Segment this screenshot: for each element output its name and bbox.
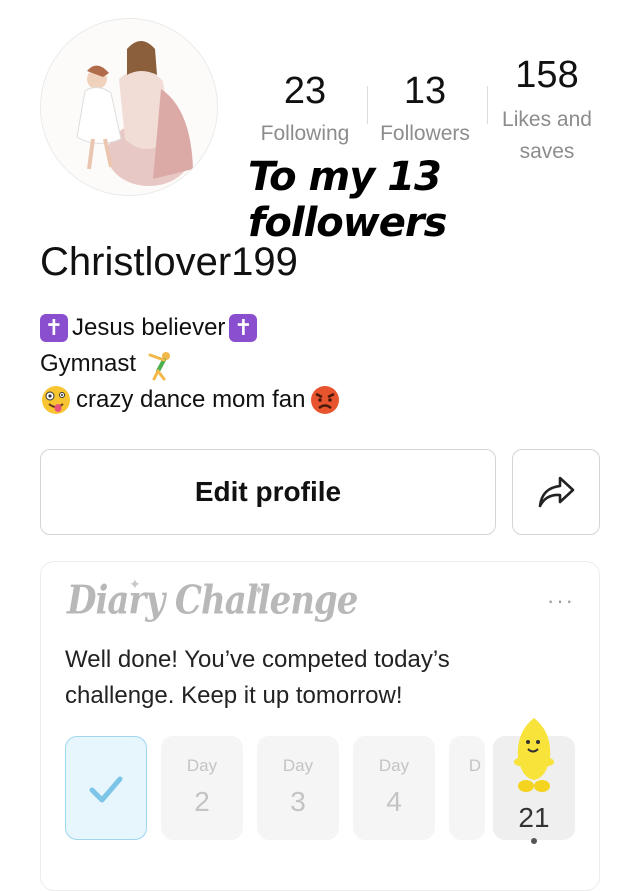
- stat-divider: [487, 86, 488, 124]
- bio-line-3: crazy dance mom fan: [40, 382, 341, 418]
- following-label: Following: [260, 122, 350, 145]
- share-arrow-icon: [538, 476, 575, 508]
- day-number: 21: [518, 802, 550, 833]
- day-tile-completed[interactable]: [65, 736, 147, 840]
- day-label: Day: [378, 756, 410, 775]
- sparkle-icon: ✦: [253, 582, 265, 598]
- stat-likes[interactable]: 158 Likes and saves: [494, 56, 600, 167]
- day-label: D: [468, 756, 481, 775]
- avatar-illustration: [41, 19, 217, 195]
- day-tile-partial[interactable]: D: [449, 736, 485, 840]
- mascot-icon: [514, 718, 554, 792]
- day-number: 3: [290, 786, 306, 817]
- bio-text-2: Gymnast: [40, 350, 137, 377]
- bio-text-1: Jesus believer: [72, 314, 226, 341]
- angry-face-icon: [311, 386, 340, 414]
- share-button[interactable]: [512, 449, 600, 535]
- likes-count: 158: [515, 54, 579, 96]
- cartwheel-person-icon: [148, 352, 171, 381]
- day-label: Day: [282, 756, 314, 775]
- stat-followers[interactable]: 13 Followers: [372, 72, 478, 150]
- latin-cross-icon: ✝: [40, 314, 68, 342]
- edit-profile-button[interactable]: Edit profile: [40, 449, 496, 535]
- day-tile[interactable]: Day 4: [353, 736, 435, 840]
- latin-cross-icon: ✝: [229, 314, 258, 342]
- diary-challenge-title: Diary Challenge: [67, 578, 358, 624]
- sparkle-icon: ✦: [129, 576, 141, 592]
- day-label: Day: [186, 756, 218, 775]
- diary-challenge-card[interactable]: Diary Challenge ✦ ✦ ··· Well done! You’v…: [40, 561, 600, 891]
- stat-following[interactable]: 23 Following: [252, 72, 358, 150]
- diary-message: Well done! You’ve competed today’s chall…: [65, 646, 450, 709]
- followers-count: 13: [403, 70, 447, 112]
- indicator-dot: [531, 838, 537, 844]
- following-count: 23: [283, 70, 327, 112]
- more-options-icon[interactable]: ···: [547, 588, 575, 614]
- bio: ✝ Jesus believer ✝ Gymnast crazy dance m…: [40, 310, 341, 418]
- zany-face-icon: [42, 386, 70, 414]
- profile-avatar[interactable]: [40, 18, 218, 196]
- username: Christlover199: [40, 240, 298, 284]
- followers-label: Followers: [380, 122, 470, 145]
- day-number: 4: [386, 786, 402, 817]
- bio-line-1: ✝ Jesus believer ✝: [40, 310, 341, 346]
- day-tile[interactable]: Day 3: [257, 736, 339, 840]
- edit-profile-label: Edit profile: [194, 476, 342, 507]
- day-tile[interactable]: Day 2: [161, 736, 243, 840]
- likes-label-line1: Likes and: [502, 108, 592, 131]
- bio-line-2: Gymnast: [40, 346, 341, 382]
- checkmark-icon: [89, 776, 123, 803]
- stat-divider: [367, 86, 368, 124]
- day-number: 2: [194, 786, 210, 817]
- bio-text-3: crazy dance mom fan: [76, 386, 306, 413]
- overlay-caption: To my 13 followers: [248, 154, 447, 246]
